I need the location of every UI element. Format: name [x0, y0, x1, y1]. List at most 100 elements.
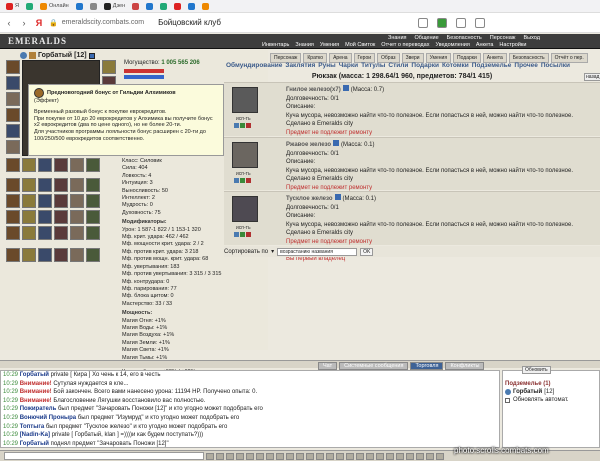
delete-icon[interactable] — [246, 123, 251, 128]
item-use-link[interactable]: исп-ть — [236, 225, 251, 231]
chat-toolbar-icon[interactable] — [356, 452, 364, 460]
chat-toolbar-icon[interactable] — [306, 452, 314, 460]
item-thumbnail[interactable] — [232, 142, 258, 168]
sort-select[interactable]: возрастанию названия — [277, 247, 358, 256]
equipment-slot[interactable] — [22, 210, 36, 224]
refresh-button[interactable]: Обновить — [522, 366, 551, 374]
equipment-slot[interactable] — [70, 226, 84, 240]
chat-tab[interactable]: Системные сообщения — [339, 362, 409, 370]
category-link[interactable]: Прочее — [514, 62, 537, 71]
chat-toolbar-icon[interactable] — [216, 452, 224, 460]
chat-toolbar-icon[interactable] — [406, 452, 414, 460]
equipment-slot[interactable] — [38, 158, 52, 172]
top-nav-link[interactable]: Персонаж — [490, 35, 516, 41]
auto-refresh-checkbox[interactable] — [505, 397, 510, 403]
equipment-slot[interactable] — [22, 194, 36, 208]
chat-toolbar-icon[interactable] — [206, 452, 214, 460]
item-info-icon[interactable] — [342, 85, 349, 91]
wear-icon[interactable] — [240, 123, 245, 128]
chat-author[interactable]: Горбатый — [20, 372, 49, 378]
equipment-slot[interactable] — [22, 158, 36, 172]
info-icon[interactable] — [88, 52, 95, 59]
browser-tab[interactable] — [24, 1, 35, 11]
delete-icon[interactable] — [246, 232, 251, 237]
equipment-slot[interactable] — [38, 178, 52, 192]
browser-tab[interactable] — [158, 1, 169, 11]
equipment-slot[interactable] — [6, 108, 20, 122]
menu-icon[interactable] — [475, 17, 485, 28]
forward-icon[interactable]: › — [19, 18, 29, 28]
equipment-slot[interactable] — [6, 60, 20, 74]
browser-tab[interactable] — [172, 1, 183, 11]
browser-tab[interactable] — [186, 1, 197, 11]
chat-tab[interactable]: Торговля — [410, 362, 444, 370]
browser-tab[interactable] — [200, 1, 211, 11]
item-thumbnail[interactable] — [232, 87, 258, 113]
chat-toolbar-icon[interactable] — [296, 452, 304, 460]
equipment-slot[interactable] — [86, 210, 100, 224]
top-nav-link[interactable]: Безопасность — [447, 35, 482, 41]
sub-nav-link[interactable]: Знания — [295, 42, 314, 48]
chat-author[interactable]: [Nadin-Ka] — [20, 432, 50, 438]
item-name[interactable]: Ржавое железо — [286, 142, 331, 148]
equipment-slot[interactable] — [70, 178, 84, 192]
equipment-slot[interactable] — [86, 226, 100, 240]
equipment-slot[interactable] — [54, 248, 68, 262]
equipment-slot[interactable] — [70, 158, 84, 172]
equipment-slot[interactable] — [6, 158, 20, 172]
sub-nav-link[interactable]: Анкета — [476, 42, 494, 48]
equipment-slot[interactable] — [86, 158, 100, 172]
equipment-slot[interactable] — [6, 124, 20, 138]
browser-tab[interactable] — [88, 1, 99, 11]
equipment-slot[interactable] — [70, 194, 84, 208]
equipment-slot[interactable] — [22, 248, 36, 262]
chat-tab[interactable]: Конфликты — [445, 362, 485, 370]
sub-nav-link[interactable]: Отчет о переводах — [381, 42, 429, 48]
bookmark-icon[interactable] — [418, 17, 428, 28]
sort-ok-button[interactable]: OK — [360, 247, 374, 256]
chat-input[interactable] — [4, 452, 204, 460]
equipment-slot[interactable] — [54, 226, 68, 240]
chat-toolbar-icon[interactable] — [346, 452, 354, 460]
item-use-link[interactable]: исп-ть — [236, 116, 251, 122]
category-link[interactable]: Руны — [318, 62, 335, 71]
equipment-slot[interactable] — [22, 178, 36, 192]
yandex-logo-icon[interactable]: Я — [34, 18, 44, 28]
chat-author[interactable]: Пожиратель — [20, 406, 57, 412]
category-link[interactable]: Стили — [388, 62, 408, 71]
back-button[interactable]: назад — [584, 73, 600, 81]
sub-nav-link[interactable]: Настройки — [499, 42, 526, 48]
category-link[interactable]: Титулы — [361, 62, 385, 71]
downloads-icon[interactable] — [456, 17, 466, 28]
equipment-slot[interactable] — [70, 210, 84, 224]
equipment-slot[interactable] — [6, 140, 20, 154]
chat-toolbar-icon[interactable] — [336, 452, 344, 460]
equipment-slot[interactable] — [86, 178, 100, 192]
equipment-slot[interactable] — [86, 248, 100, 262]
info-icon[interactable] — [234, 123, 239, 128]
chat-toolbar-icon[interactable] — [426, 452, 434, 460]
chat-author[interactable]: Горбатый — [20, 441, 49, 447]
equipment-slot[interactable] — [102, 60, 116, 74]
chat-toolbar-icon[interactable] — [376, 452, 384, 460]
sub-nav-link[interactable]: Инвентарь — [262, 42, 289, 48]
extension-icon[interactable] — [437, 17, 447, 28]
sub-nav-link[interactable]: Уведомления — [435, 42, 469, 48]
wear-icon[interactable] — [240, 178, 245, 183]
equipment-slot[interactable] — [6, 226, 20, 240]
equipment-slot[interactable] — [54, 158, 68, 172]
equipment-slot[interactable] — [38, 248, 52, 262]
equipment-slot[interactable] — [22, 226, 36, 240]
delete-icon[interactable] — [246, 178, 251, 183]
browser-tab[interactable] — [74, 1, 85, 11]
equipment-slot[interactable] — [6, 248, 20, 262]
category-link[interactable]: Заклятия — [285, 62, 315, 71]
back-icon[interactable]: ‹ — [4, 18, 14, 28]
chat-author[interactable]: Вонючий Пронырa — [20, 415, 76, 421]
category-link[interactable]: Чарки — [339, 62, 358, 71]
top-nav-link[interactable]: Знания — [388, 35, 407, 41]
chat-log[interactable]: 10:29 Горбатый private [ Кира ] Хо чень … — [0, 370, 500, 448]
browser-tab[interactable] — [144, 1, 155, 11]
item-use-link[interactable]: исп-ть — [236, 171, 251, 177]
chat-toolbar-icon[interactable] — [416, 452, 424, 460]
